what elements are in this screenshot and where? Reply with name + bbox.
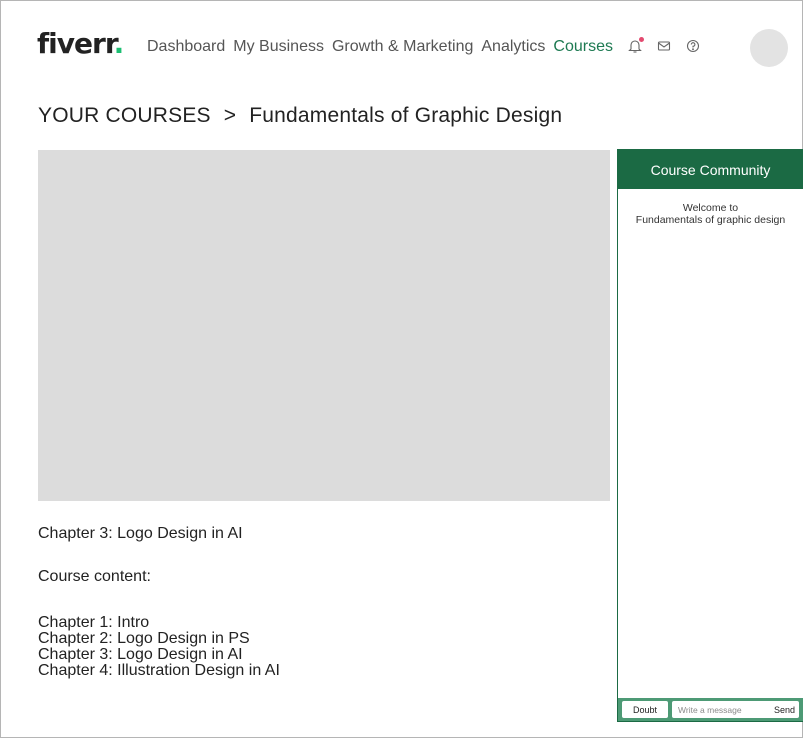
community-title: Course Community <box>618 150 803 189</box>
chapter-item[interactable]: Chapter 1: Intro <box>38 615 280 631</box>
nav-courses[interactable]: Courses <box>553 38 613 56</box>
video-player[interactable] <box>38 150 610 501</box>
chapter-item[interactable]: Chapter 3: Logo Design in AI <box>38 647 280 663</box>
breadcrumb-separator: > <box>223 104 237 127</box>
logo-text: fiverr <box>37 27 115 60</box>
breadcrumb-current: Fundamentals of Graphic Design <box>249 104 563 127</box>
nav-analytics[interactable]: Analytics <box>481 38 545 56</box>
welcome-line-1: Welcome to <box>682 202 739 214</box>
send-button[interactable]: Send <box>774 705 795 715</box>
chapter-item[interactable]: Chapter 4: Illustration Design in AI <box>38 663 280 679</box>
bell-icon[interactable] <box>627 37 644 54</box>
message-composer: Doubt Write a message Send <box>618 698 803 721</box>
doubt-button[interactable]: Doubt <box>622 701 668 718</box>
nav-my-business[interactable]: My Business <box>233 38 324 56</box>
mail-icon[interactable] <box>656 38 672 54</box>
message-placeholder: Write a message <box>678 704 742 715</box>
message-input[interactable]: Write a message Send <box>672 701 799 718</box>
app-frame: fiverr. Dashboard My Business Growth & M… <box>0 0 803 738</box>
chapter-item[interactable]: Chapter 2: Logo Design in PS <box>38 631 280 647</box>
course-community-panel: Course Community Welcome to Fundamentals… <box>617 149 803 722</box>
logo-dot: . <box>113 27 125 60</box>
avatar[interactable] <box>750 29 788 67</box>
main-nav: Dashboard My Business Growth & Marketing… <box>147 38 621 56</box>
welcome-line-2: Fundamentals of graphic design <box>635 214 786 226</box>
course-content-label: Course content: <box>38 568 151 585</box>
welcome-message: Welcome to Fundamentals of graphic desig… <box>618 202 803 226</box>
nav-dashboard[interactable]: Dashboard <box>147 38 225 56</box>
breadcrumb: YOUR COURSES > Fundamentals of Graphic D… <box>38 104 562 128</box>
fiverr-logo[interactable]: fiverr. <box>37 27 125 60</box>
current-chapter-title: Chapter 3: Logo Design in AI <box>38 525 243 542</box>
breadcrumb-root[interactable]: YOUR COURSES <box>38 104 211 128</box>
nav-growth-marketing[interactable]: Growth & Marketing <box>332 38 473 56</box>
chapter-list: Chapter 1: Intro Chapter 2: Logo Design … <box>38 615 280 679</box>
help-icon[interactable] <box>685 38 701 54</box>
header-icons <box>627 37 714 54</box>
